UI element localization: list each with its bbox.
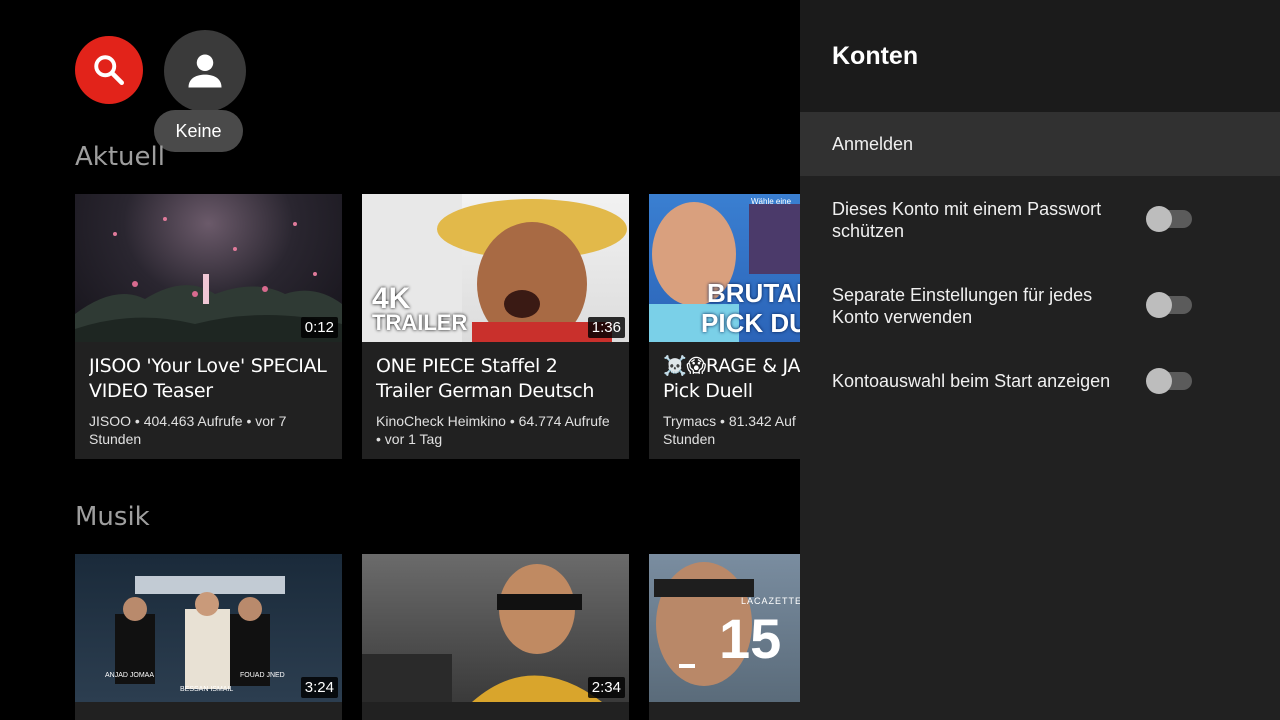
- thumbnail-text-small: Wähle eine: [751, 197, 792, 206]
- account-picker-label: Kontoauswahl beim Start anzeigen: [832, 371, 1111, 391]
- video-card[interactable]: ANJAD JOMAA BESSAN ISMAIL FOUAD JNED 3:2…: [75, 554, 342, 720]
- thumbnail-text-name: LACAZETTE: [741, 596, 800, 606]
- video-meta: JISOO • 404.463 Aufrufe • vor 7 Stunden: [89, 413, 287, 447]
- video-thumbnail: ANJAD JOMAA BESSAN ISMAIL FOUAD JNED 3:2…: [75, 554, 342, 702]
- accounts-panel: Konten Anmelden Dieses Konto mit einem P…: [800, 0, 1280, 720]
- account-picker-item[interactable]: Kontoauswahl beim Start anzeigen: [800, 368, 1280, 400]
- video-title: JISOO 'Your Love' SPECIAL VIDEO Teaser: [89, 355, 327, 402]
- thumbnail-text-artist1: ANJAD JOMAA: [105, 672, 155, 679]
- password-protect-toggle[interactable]: [1146, 206, 1192, 232]
- sign-in-item[interactable]: Anmelden: [800, 112, 1280, 176]
- person-icon: [188, 54, 222, 88]
- thumbnail-text-pick: PICK DU: [701, 308, 800, 338]
- video-card[interactable]: 4K TRAILER 1:36 ONE PIECE Staffel 2 Trai…: [362, 194, 629, 459]
- shelf-title-musik: Musik: [75, 502, 150, 532]
- video-thumbnail: 4K TRAILER 1:36: [362, 194, 629, 342]
- password-protect-label: Dieses Konto mit einem Passwort schützen: [832, 199, 1102, 241]
- account-picker-toggle[interactable]: [1146, 368, 1192, 394]
- separate-settings-toggle[interactable]: [1146, 292, 1192, 318]
- video-title: ☠️😱RAGE & JA PUR! - Pick Duell: [663, 355, 800, 402]
- video-meta: KinoCheck Heimkino • 64.774 Aufrufe • vo…: [376, 413, 610, 447]
- sign-in-label: Anmelden: [832, 134, 914, 154]
- thumbnail-text-number: 15: [719, 607, 782, 670]
- video-thumbnail: LACAZETTE 15: [649, 554, 800, 702]
- search-icon: [94, 55, 124, 85]
- password-protect-item[interactable]: Dieses Konto mit einem Passwort schützen: [800, 198, 1280, 248]
- toggle-knob: [1146, 368, 1172, 394]
- shelf-title-aktuell: Aktuell: [75, 142, 165, 172]
- accounts-panel-header: Konten: [800, 0, 1280, 112]
- separate-settings-label: Separate Einstellungen für jedes Konto v…: [832, 285, 1093, 327]
- video-meta: Trymacs • 81.342 Auf Stunden: [663, 413, 796, 447]
- video-thumbnail: Wähle eine BRUTAL PICK DU: [649, 194, 800, 342]
- video-card[interactable]: 0:12 JISOO 'Your Love' SPECIAL VIDEO Tea…: [75, 194, 342, 459]
- thumbnail-text-artist3: FOUAD JNED: [240, 672, 285, 679]
- thumbnail-text-brutal: BRUTAL: [707, 278, 800, 308]
- video-duration: 0:12: [300, 317, 338, 338]
- account-tooltip: Keine: [154, 110, 243, 152]
- thumbnail-text-artist2: BESSAN ISMAIL: [180, 686, 234, 693]
- panel-title: Konten: [832, 42, 919, 70]
- thumbnail-text-trailer: TRAILER: [372, 310, 468, 335]
- video-duration: 3:24: [300, 677, 338, 698]
- video-card[interactable]: Wähle eine BRUTAL PICK DU ☠️😱RAGE & JA P…: [649, 194, 800, 459]
- toggle-knob: [1146, 206, 1172, 232]
- video-duration: 2:34: [587, 677, 625, 698]
- video-title: ONE PIECE Staffel 2 Trailer German Deuts…: [376, 355, 595, 402]
- toggle-knob: [1146, 292, 1172, 318]
- video-card[interactable]: 2:34: [362, 554, 629, 720]
- video-card[interactable]: LACAZETTE 15: [649, 554, 800, 720]
- separate-settings-item[interactable]: Separate Einstellungen für jedes Konto v…: [800, 284, 1280, 334]
- video-thumbnail: 2:34: [362, 554, 629, 702]
- search-button[interactable]: [75, 36, 143, 104]
- video-duration: 1:36: [587, 317, 625, 338]
- video-thumbnail: 0:12: [75, 194, 342, 342]
- account-button[interactable]: [164, 30, 246, 112]
